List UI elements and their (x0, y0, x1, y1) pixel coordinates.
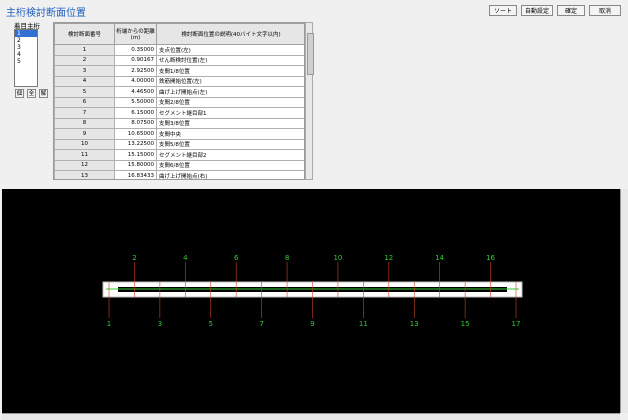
section-label: 12 (384, 254, 393, 262)
cell-desc[interactable]: 支間2/8位置 (156, 96, 304, 108)
scroll-thumb[interactable] (307, 33, 314, 75)
cell-desc[interactable]: 鉄筋開始位置(左) (156, 75, 304, 87)
table-row[interactable]: 4 4.00000 鉄筋開始位置(左) (54, 75, 304, 87)
cell-no: 10 (54, 138, 115, 150)
girder-item[interactable]: 2 (15, 37, 37, 44)
girder-drawing: 1234567891011121314151617 (102, 254, 523, 328)
section-label: 7 (259, 320, 263, 328)
cell-dist[interactable]: 0.35000 (114, 44, 157, 56)
section-label: 13 (410, 320, 419, 328)
cell-desc[interactable]: 曲げ上げ開始点(左) (156, 86, 304, 98)
cell-dist[interactable]: 15.80000 (114, 159, 157, 171)
section-label: 3 (158, 320, 162, 328)
section-grid: 検討断面番号 桁端からの距離(m) 検討断面位置の説明(40バイト文字以内) 1… (53, 22, 305, 180)
girder-item[interactable]: 1 (15, 30, 37, 37)
section-label: 9 (310, 320, 314, 328)
table-row[interactable]: 3 2.92500 支間1/8位置 (54, 65, 304, 77)
cell-dist[interactable]: 10.65000 (114, 128, 157, 140)
cell-no: 7 (54, 107, 115, 119)
cell-desc[interactable]: 支間3/8位置 (156, 117, 304, 129)
header-desc: 検討断面位置の説明(40バイト文字以内) (156, 23, 304, 45)
cell-no: 1 (54, 44, 115, 56)
section-label: 11 (359, 320, 368, 328)
table-row[interactable]: 6 5.50000 支間2/8位置 (54, 96, 304, 108)
girder-item[interactable]: 5 (15, 58, 37, 65)
table-row[interactable]: 8 8.07500 支間3/8位置 (54, 117, 304, 129)
table-row[interactable]: 11 15.15000 セグメント継目部2 (54, 149, 304, 161)
cell-no: 2 (54, 54, 115, 66)
table-row[interactable]: 2 0.90167 せん断検討位置(左) (54, 54, 304, 66)
section-label: 8 (285, 254, 289, 262)
canvas-vertical-scrollbar[interactable] (620, 189, 628, 413)
section-label: 2 (132, 254, 136, 262)
section-label: 10 (333, 254, 342, 262)
ok-button[interactable]: 確定 (557, 5, 585, 16)
table-row[interactable]: 13 16.83433 曲げ上げ開始点(右) (54, 170, 304, 179)
select-all-button[interactable]: 全 (27, 89, 36, 98)
window-title: 主桁検討断面位置 (6, 8, 86, 19)
section-label: 17 (512, 320, 521, 328)
select-single-button[interactable]: 個 (15, 89, 24, 98)
deselect-button[interactable]: 解 (39, 89, 48, 98)
cell-no: 9 (54, 128, 115, 140)
girder-list[interactable]: 1 2 3 4 5 (14, 29, 38, 87)
cell-dist[interactable]: 6.15000 (114, 107, 157, 119)
header-dist: 桁端からの距離(m) (114, 23, 157, 45)
cell-desc[interactable]: 曲げ上げ開始点(右) (156, 170, 304, 179)
cancel-button[interactable]: 取消 (589, 5, 621, 16)
section-label: 5 (209, 320, 213, 328)
table-row[interactable]: 5 4.46500 曲げ上げ開始点(左) (54, 86, 304, 98)
cell-no: 13 (54, 170, 115, 179)
table-row[interactable]: 1 0.35000 支点位置(左) (54, 44, 304, 56)
section-label: 4 (183, 254, 188, 262)
cell-desc[interactable]: 支間中央 (156, 128, 304, 140)
drawing-canvas: 1 2 3 4 5 6 7 8 9 10 11 12 13 14 15 16 17 (2, 189, 620, 413)
cell-no: 6 (54, 96, 115, 108)
girder-item[interactable]: 3 (15, 44, 37, 51)
cell-dist[interactable]: 15.15000 (114, 149, 157, 161)
cell-dist[interactable]: 16.83433 (114, 170, 157, 179)
cell-dist[interactable]: 5.50000 (114, 96, 157, 108)
cell-desc[interactable]: 支間5/8位置 (156, 138, 304, 150)
cell-dist[interactable]: 8.07500 (114, 117, 157, 129)
cell-no: 5 (54, 86, 115, 98)
section-label: 14 (435, 254, 444, 262)
cell-desc[interactable]: 支点位置(左) (156, 44, 304, 56)
cell-dist[interactable]: 0.90167 (114, 54, 157, 66)
cell-no: 4 (54, 75, 115, 87)
cell-no: 11 (54, 149, 115, 161)
cell-desc[interactable]: セグメント継目部1 (156, 107, 304, 119)
canvas-horizontal-scrollbar[interactable] (2, 413, 620, 420)
section-label: 1 (107, 320, 111, 328)
cell-no: 8 (54, 117, 115, 129)
girder-item[interactable]: 4 (15, 51, 37, 58)
section-label: 16 (486, 254, 495, 262)
cell-dist[interactable]: 2.92500 (114, 65, 157, 77)
cell-dist[interactable]: 4.00000 (114, 75, 157, 87)
cell-dist[interactable]: 13.22500 (114, 138, 157, 150)
table-row[interactable]: 12 15.80000 支間6/8位置 (54, 159, 304, 171)
cell-desc[interactable]: せん断検討位置(左) (156, 54, 304, 66)
sort-button[interactable]: ソート (489, 5, 517, 16)
table-row[interactable]: 10 13.22500 支間5/8位置 (54, 138, 304, 150)
header-no: 検討断面番号 (54, 23, 115, 45)
cell-desc[interactable]: 支間1/8位置 (156, 65, 304, 77)
cell-dist[interactable]: 4.46500 (114, 86, 157, 98)
section-label: 6 (234, 254, 239, 262)
table-row[interactable]: 7 6.15000 セグメント継目部1 (54, 107, 304, 119)
auto-set-button[interactable]: 自動設定 (521, 5, 553, 16)
cell-desc[interactable]: 支間6/8位置 (156, 159, 304, 171)
cell-no: 12 (54, 159, 115, 171)
table-row[interactable]: 9 10.65000 支間中央 (54, 128, 304, 140)
section-label: 15 (461, 320, 470, 328)
grid-scrollbar[interactable] (305, 22, 314, 180)
cell-no: 3 (54, 65, 115, 77)
cell-desc[interactable]: セグメント継目部2 (156, 149, 304, 161)
